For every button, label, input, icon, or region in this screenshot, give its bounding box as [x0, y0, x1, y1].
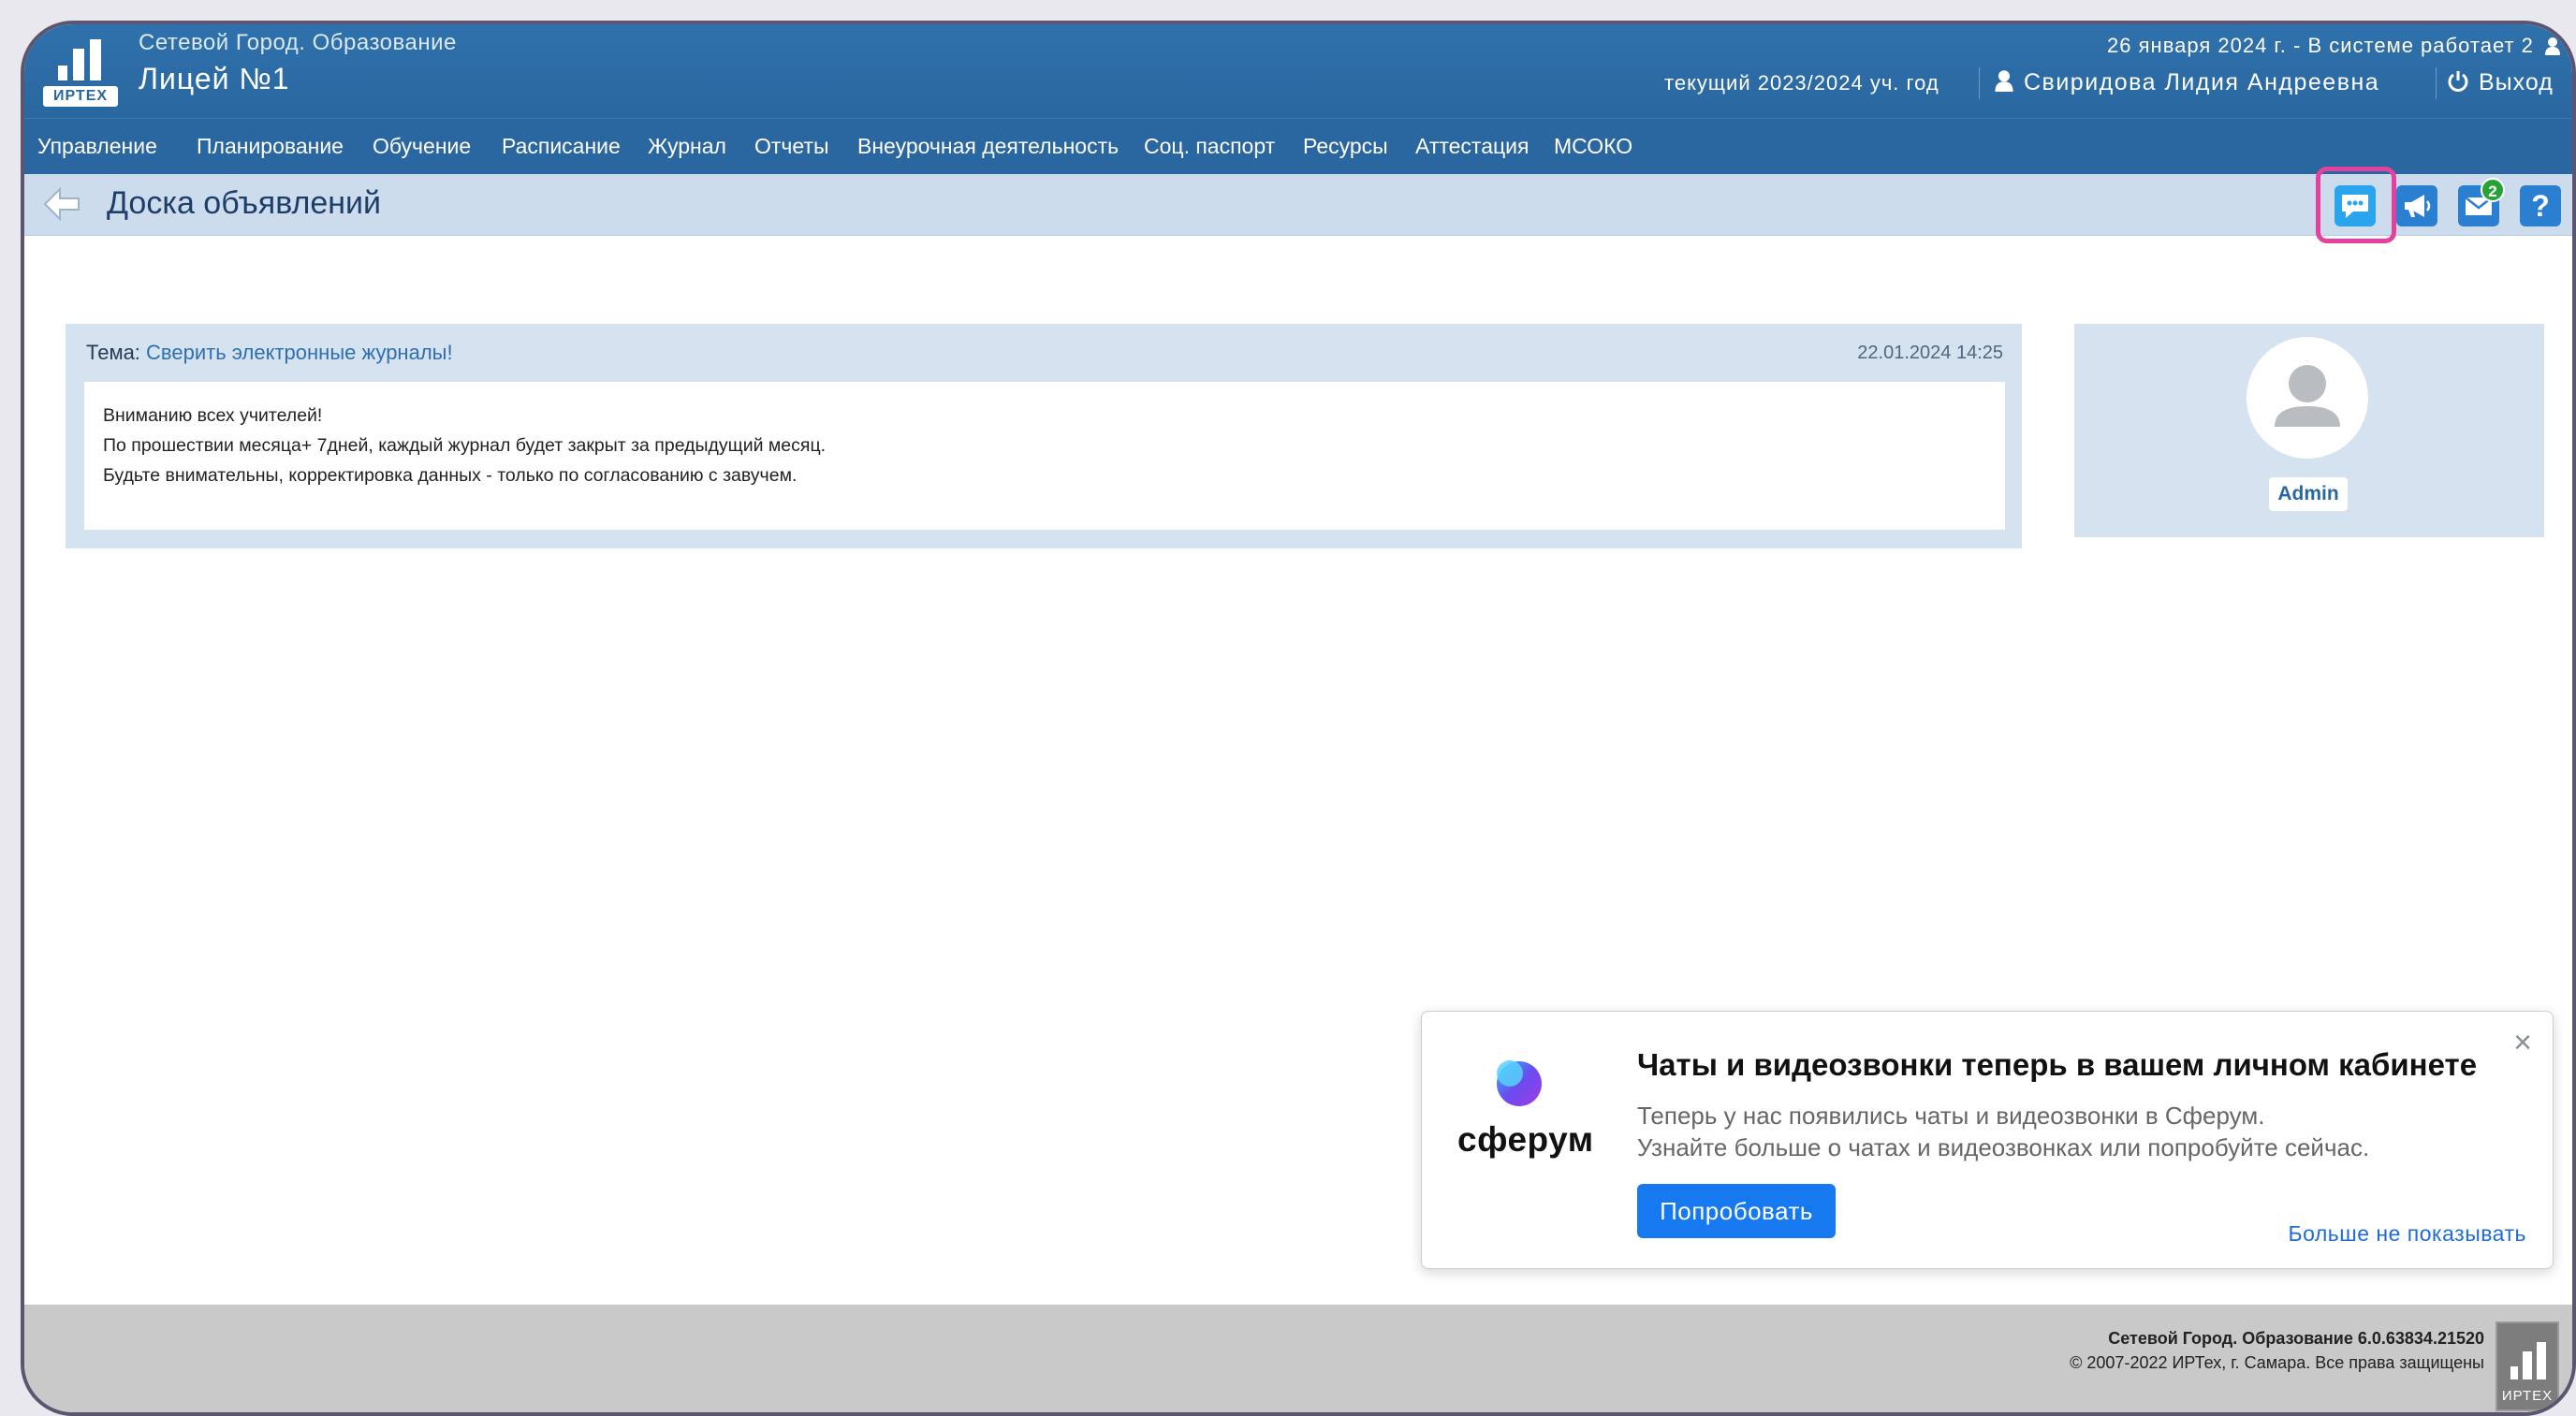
menu-item-upravlenie[interactable]: Управление	[37, 134, 157, 159]
school-name: Лицей №1	[139, 62, 290, 95]
menu-item-vneurochnaya[interactable]: Внеурочная деятельность	[857, 134, 1119, 159]
divider	[1979, 67, 1980, 99]
divider	[2436, 67, 2437, 99]
chat-button-highlight	[2316, 167, 2396, 243]
date-status-text: 26 января 2024 г. - В системе работает 2	[2107, 34, 2534, 57]
menu-item-zhurnal[interactable]: Журнал	[648, 134, 726, 159]
close-icon[interactable]: ×	[2513, 1025, 2532, 1061]
date-status: 26 января 2024 г. - В системе работает 2	[2107, 34, 2561, 58]
menu-item-resursy[interactable]: Ресурсы	[1303, 134, 1388, 159]
sferum-brand: сферум	[1457, 1120, 1594, 1159]
unread-badge: 2	[2481, 178, 2505, 202]
footer-logo-label: ИРТЕХ	[2501, 1388, 2554, 1404]
sferum-popup: сферум Чаты и видеозвонки теперь в вашем…	[1421, 1011, 2554, 1269]
try-button[interactable]: Попробовать	[1637, 1184, 1836, 1238]
irtech-logo[interactable]: ИРТЕХ	[39, 34, 122, 110]
announcement-card: Тема: Сверить электронные журналы! 22.01…	[66, 324, 2022, 548]
popup-line: Теперь у нас появились чаты и видеозвонк…	[1637, 1102, 2265, 1130]
power-icon	[2448, 71, 2468, 92]
announcement-topic: Тема: Сверить электронные журналы!	[86, 341, 453, 365]
menu-item-soc-pasport[interactable]: Соц. паспорт	[1144, 134, 1275, 159]
menu-item-planirovanie[interactable]: Планирование	[197, 134, 344, 159]
copyright-text: © 2007-2022 ИРТех, г. Самара. Все права …	[2070, 1353, 2484, 1372]
announcements-button[interactable]	[2396, 185, 2437, 226]
footer: Сетевой Город. Образование 6.0.63834.215…	[24, 1305, 2572, 1412]
messages-button[interactable]: 2	[2458, 178, 2505, 226]
logout-label: Выход	[2479, 69, 2554, 95]
page-toolbar: Доска объявлений 2 ?	[24, 174, 2572, 236]
user-menu[interactable]: Свиридова Лидия Андреевна	[1994, 69, 2379, 96]
popup-title: Чаты и видеозвонки теперь в вашем личном…	[1637, 1047, 2478, 1082]
user-icon	[1995, 70, 2013, 92]
page-title: Доска объявлений	[107, 185, 382, 221]
announcement-date: 22.01.2024 14:25	[1857, 343, 2003, 363]
app-title: Сетевой Город. Образование	[139, 30, 457, 55]
menu-item-attestaciya[interactable]: Аттестация	[1415, 134, 1529, 159]
popup-text: Теперь у нас появились чаты и видеозвонк…	[1637, 1100, 2369, 1163]
menu-item-msoko[interactable]: МСОКО	[1554, 134, 1632, 159]
help-button[interactable]: ?	[2520, 185, 2561, 226]
header: ИРТЕХ Сетевой Город. Образование Лицей №…	[24, 24, 2572, 118]
back-arrow-icon[interactable]	[41, 185, 82, 223]
dont-show-again-link[interactable]: Больше не показывать	[2289, 1221, 2527, 1247]
menu-item-otchety[interactable]: Отчеты	[754, 134, 829, 159]
logo-bars-icon	[2510, 1342, 2546, 1380]
users-online-icon	[2545, 37, 2560, 55]
logout-button[interactable]: Выход	[2447, 69, 2554, 96]
author-card: Admin	[2074, 324, 2544, 537]
megaphone-icon	[2405, 195, 2431, 217]
popup-line: Узнайте больше о чатах и видеозвонках ил…	[1637, 1133, 2370, 1161]
menu-item-raspisanie[interactable]: Расписание	[502, 134, 621, 159]
topic-link[interactable]: Сверить электронные журналы!	[146, 341, 453, 364]
topic-label: Тема:	[86, 341, 140, 364]
announcement-body: Вниманию всех учителей! По прошествии ме…	[84, 382, 2005, 530]
announcement-line: Вниманию всех учителей!	[103, 405, 323, 426]
version-text: Сетевой Город. Образование 6.0.63834.215…	[2108, 1329, 2484, 1348]
logo-bars-icon	[58, 39, 103, 80]
user-name: Свиридова Лидия Андреевна	[2024, 69, 2380, 95]
school-year: текущий 2023/2024 уч. год	[1664, 71, 1939, 95]
sferum-logo-icon	[1497, 1060, 1542, 1106]
footer-logo: ИРТЕХ	[2496, 1321, 2559, 1411]
avatar	[2247, 337, 2368, 459]
announcement-line: По прошествии месяца+ 7дней, каждый журн…	[103, 435, 827, 456]
app-window: ИРТЕХ Сетевой Город. Образование Лицей №…	[21, 21, 2576, 1416]
user-avatar-icon	[2275, 365, 2340, 427]
logo-label: ИРТЕХ	[43, 86, 118, 107]
main-menu: Управление Планирование Обучение Расписа…	[24, 118, 2572, 174]
author-name[interactable]: Admin	[2269, 477, 2348, 511]
menu-item-obuchenie[interactable]: Обучение	[373, 134, 471, 159]
announcement-line: Будьте внимательны, корректировка данных…	[103, 465, 798, 486]
